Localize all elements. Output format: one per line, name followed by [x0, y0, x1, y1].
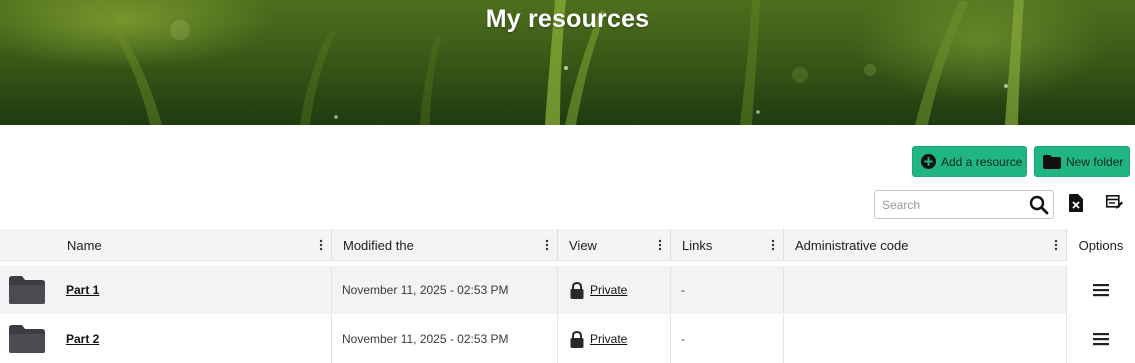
lock-icon — [570, 281, 584, 299]
visibility-link[interactable]: Private — [590, 332, 627, 346]
name-cell: Part 1 — [66, 266, 326, 314]
view-cell: Private — [557, 266, 670, 314]
options-cell — [1066, 315, 1135, 363]
column-menu-icon[interactable] — [1054, 238, 1058, 252]
search-box — [874, 190, 1054, 219]
column-header-label: Options — [1078, 237, 1124, 253]
column-header-label: Modified the — [343, 237, 414, 253]
search-icon[interactable] — [1029, 195, 1049, 220]
column-header-label: Name — [67, 237, 102, 253]
column-header-label: Links — [682, 237, 713, 253]
add-resource-button[interactable]: Add a resource — [912, 146, 1027, 177]
column-menu-icon[interactable] — [771, 238, 775, 252]
column-header-label: View — [569, 237, 597, 253]
edit-table-icon[interactable] — [1106, 195, 1123, 215]
folder-icon — [1043, 154, 1061, 169]
table-header: Name Modified the View Links Administrat… — [0, 229, 1135, 261]
links-cell: - — [670, 315, 783, 363]
resource-link[interactable]: Part 1 — [66, 283, 99, 297]
lock-icon — [570, 330, 584, 348]
column-header-options: Options — [1066, 229, 1135, 261]
column-header-links[interactable]: Links — [670, 229, 783, 261]
new-folder-button[interactable]: New folder — [1034, 146, 1130, 177]
column-menu-icon[interactable] — [319, 238, 323, 252]
search-input[interactable] — [875, 191, 1025, 218]
folder-icon — [8, 315, 48, 363]
add-resource-label: Add a resource — [941, 154, 1023, 169]
export-file-icon[interactable] — [1069, 194, 1083, 217]
column-header-modified[interactable]: Modified the — [331, 229, 557, 261]
view-cell: Private — [557, 315, 670, 363]
links-cell: - — [670, 266, 783, 314]
hamburger-icon[interactable] — [1093, 283, 1109, 297]
resource-link[interactable]: Part 2 — [66, 332, 99, 346]
table-row[interactable]: Part 1 November 11, 2025 - 02:53 PM Priv… — [0, 266, 1135, 314]
column-header-admin-code[interactable]: Administrative code — [783, 229, 1066, 261]
column-menu-icon[interactable] — [658, 238, 662, 252]
new-folder-label: New folder — [1066, 154, 1124, 169]
header-banner: My resources — [0, 0, 1135, 125]
hamburger-icon[interactable] — [1093, 332, 1109, 346]
modified-cell: November 11, 2025 - 02:53 PM — [331, 315, 557, 363]
name-cell: Part 2 — [66, 315, 326, 363]
folder-icon — [8, 266, 48, 314]
admin-code-cell — [783, 315, 1066, 363]
page-title: My resources — [485, 5, 650, 33]
column-header-name[interactable]: Name — [56, 229, 331, 261]
plus-circle-icon — [921, 154, 936, 169]
column-header-view[interactable]: View — [557, 229, 670, 261]
column-menu-icon[interactable] — [545, 238, 549, 252]
options-cell — [1066, 266, 1135, 314]
visibility-link[interactable]: Private — [590, 283, 627, 297]
modified-cell: November 11, 2025 - 02:53 PM — [331, 266, 557, 314]
column-header-label: Administrative code — [795, 237, 909, 253]
admin-code-cell — [783, 266, 1066, 314]
table-row[interactable]: Part 2 November 11, 2025 - 02:53 PM Priv… — [0, 315, 1135, 363]
